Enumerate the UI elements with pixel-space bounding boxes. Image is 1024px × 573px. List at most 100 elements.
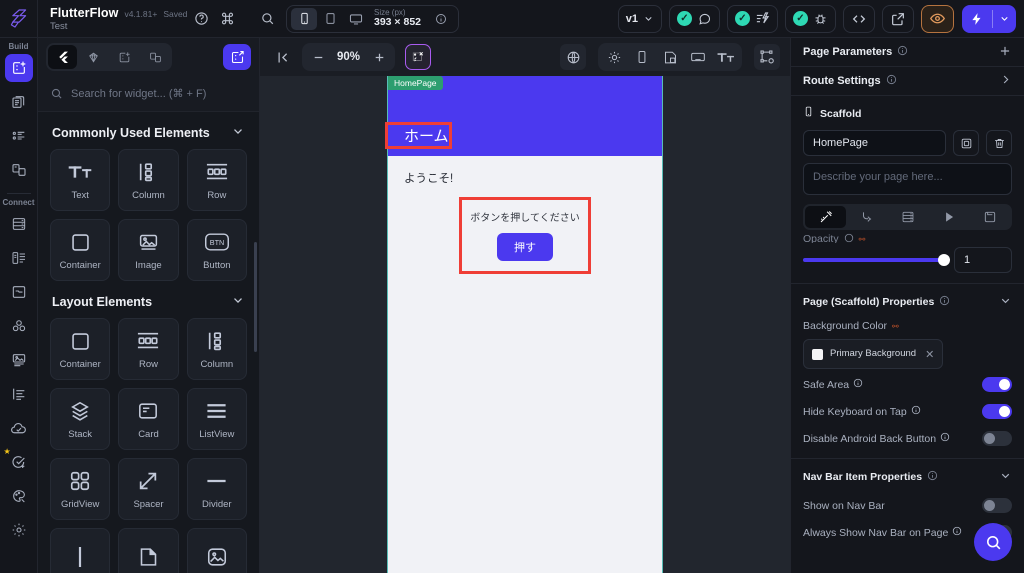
widget-item-divider[interactable]: Divider (186, 458, 247, 520)
tab-gems[interactable] (79, 45, 108, 69)
copy-icon[interactable] (953, 130, 979, 156)
page-name-input[interactable]: HomePage (803, 130, 946, 156)
widget-item-column[interactable]: Column (118, 149, 179, 211)
widget-item-stack[interactable]: Stack (50, 388, 111, 450)
globe-icon[interactable] (560, 44, 586, 70)
section-header-layout[interactable]: Layout Elements (38, 281, 259, 318)
push-button[interactable]: 押す (497, 233, 553, 261)
theme-toggle-icon[interactable] (601, 44, 627, 70)
sidebar-localization[interactable] (5, 380, 33, 408)
info-icon[interactable] (853, 378, 863, 391)
code-view-button[interactable] (843, 4, 875, 33)
sidebar-media[interactable] (5, 346, 33, 374)
route-settings-row[interactable]: Route Settings (791, 67, 1024, 96)
background-color-swatch[interactable]: Primary Background ✕ (803, 339, 944, 369)
opacity-value-input[interactable]: 1 (954, 247, 1012, 273)
selected-column[interactable]: ボタンを押してください 押す (459, 197, 591, 274)
segment-actions[interactable] (846, 206, 887, 228)
comments-status-button[interactable]: ✓ (669, 4, 720, 33)
phone-device-button[interactable] (291, 7, 317, 30)
sidebar-collections[interactable] (5, 244, 33, 272)
page-description-input[interactable]: Describe your page here... (803, 163, 1012, 195)
zoom-out-button[interactable] (305, 44, 331, 70)
widget-item-spacer[interactable]: Spacer (118, 458, 179, 520)
expand-panel-button[interactable] (223, 44, 251, 70)
debug-status-button[interactable]: ✓ (785, 4, 836, 33)
section-header-commonly-used[interactable]: Commonly Used Elements (38, 112, 259, 149)
sidebar-auth[interactable] (5, 312, 33, 340)
widget-nodes-icon[interactable] (754, 44, 780, 70)
segment-properties[interactable] (805, 206, 846, 228)
widget-item-page[interactable] (118, 528, 179, 573)
device-preview[interactable]: HomePage ホーム ようこそ! ボタンを押してください 押す (385, 76, 663, 573)
info-icon[interactable] (927, 468, 938, 486)
layout-icon[interactable] (657, 44, 683, 70)
chevron-down-icon[interactable] (999, 294, 1012, 310)
search-fab-button[interactable] (974, 523, 1012, 561)
hide-keyboard-toggle[interactable] (982, 404, 1012, 419)
welcome-text[interactable]: ようこそ! (404, 170, 646, 186)
size-info-icon[interactable] (428, 8, 454, 30)
widget-item-button[interactable]: BTN Button (186, 219, 247, 281)
preview-toggle-button[interactable] (921, 4, 954, 33)
segment-animations[interactable] (928, 206, 969, 228)
sidebar-tests[interactable]: ★ (4, 447, 33, 476)
widget-item-text[interactable]: Text (50, 149, 111, 211)
tab-flutter[interactable] (48, 45, 77, 69)
info-icon[interactable] (952, 526, 962, 539)
keyboard-icon[interactable] (685, 44, 711, 70)
chevron-down-icon[interactable] (231, 124, 245, 141)
flutterflow-logo[interactable] (0, 0, 38, 38)
widget-list-scroll[interactable]: Commonly Used Elements Text Column Row C… (38, 112, 259, 573)
info-icon[interactable] (939, 293, 950, 311)
info-icon[interactable] (844, 233, 854, 244)
text-size-icon[interactable] (713, 44, 739, 70)
sidebar-pages[interactable] (5, 88, 33, 116)
widget-item-row[interactable]: Row (118, 318, 179, 380)
chevron-right-icon[interactable] (999, 73, 1012, 89)
chevron-down-icon[interactable] (999, 469, 1012, 485)
device-frame-icon[interactable] (629, 44, 655, 70)
collapse-left-panel-button[interactable] (270, 44, 296, 70)
tab-templates[interactable] (141, 45, 170, 69)
canvas-stage[interactable]: HomePage ホーム ようこそ! ボタンを押してください 押す (260, 76, 790, 573)
widget-item-column[interactable]: Column (186, 318, 247, 380)
page-parameters-row[interactable]: Page Parameters (791, 38, 1024, 67)
segment-backend[interactable] (887, 206, 928, 228)
info-icon[interactable] (911, 405, 921, 418)
widget-item-image-frame[interactable] (186, 528, 247, 573)
appbar-title[interactable]: ホーム (385, 122, 452, 149)
sidebar-deploy[interactable] (5, 414, 33, 442)
safe-area-toggle[interactable] (982, 377, 1012, 392)
open-external-button[interactable] (882, 4, 914, 33)
ai-magic-button[interactable] (405, 44, 432, 70)
info-icon[interactable] (897, 43, 908, 61)
sidebar-templates[interactable] (5, 156, 33, 184)
widget-item-listview[interactable]: ListView (186, 388, 247, 450)
sidebar-database[interactable] (5, 210, 33, 238)
version-selector[interactable]: v1 (617, 4, 662, 33)
widget-panel-scrollbar[interactable] (254, 242, 257, 352)
widget-item-image[interactable]: Image (118, 219, 179, 281)
tab-add-widget[interactable] (110, 45, 139, 69)
zoom-in-button[interactable] (366, 44, 392, 70)
widget-item-container[interactable]: Container (50, 219, 111, 281)
sidebar-widget-tree[interactable] (4, 54, 33, 82)
run-button[interactable] (962, 4, 1016, 33)
widget-item-card[interactable]: Card (118, 388, 179, 450)
add-page-parameter-button[interactable] (998, 44, 1012, 61)
widget-item-vertical-divider[interactable] (50, 528, 111, 573)
hint-text[interactable]: ボタンを押してください (470, 209, 579, 224)
widget-item-gridview[interactable]: GridView (50, 458, 111, 520)
actions-status-button[interactable]: ✓ (727, 4, 778, 33)
disable-back-button-toggle[interactable] (982, 431, 1012, 446)
help-icon[interactable] (188, 6, 214, 32)
sidebar-components[interactable] (5, 122, 33, 150)
sidebar-settings[interactable] (5, 516, 33, 544)
info-icon[interactable] (886, 72, 897, 90)
trash-icon[interactable] (986, 130, 1012, 156)
command-icon[interactable] (214, 6, 240, 32)
slider-knob[interactable] (938, 254, 950, 266)
widget-item-row[interactable]: Row (186, 149, 247, 211)
variable-binding-icon[interactable]: ⚯ (859, 235, 866, 244)
